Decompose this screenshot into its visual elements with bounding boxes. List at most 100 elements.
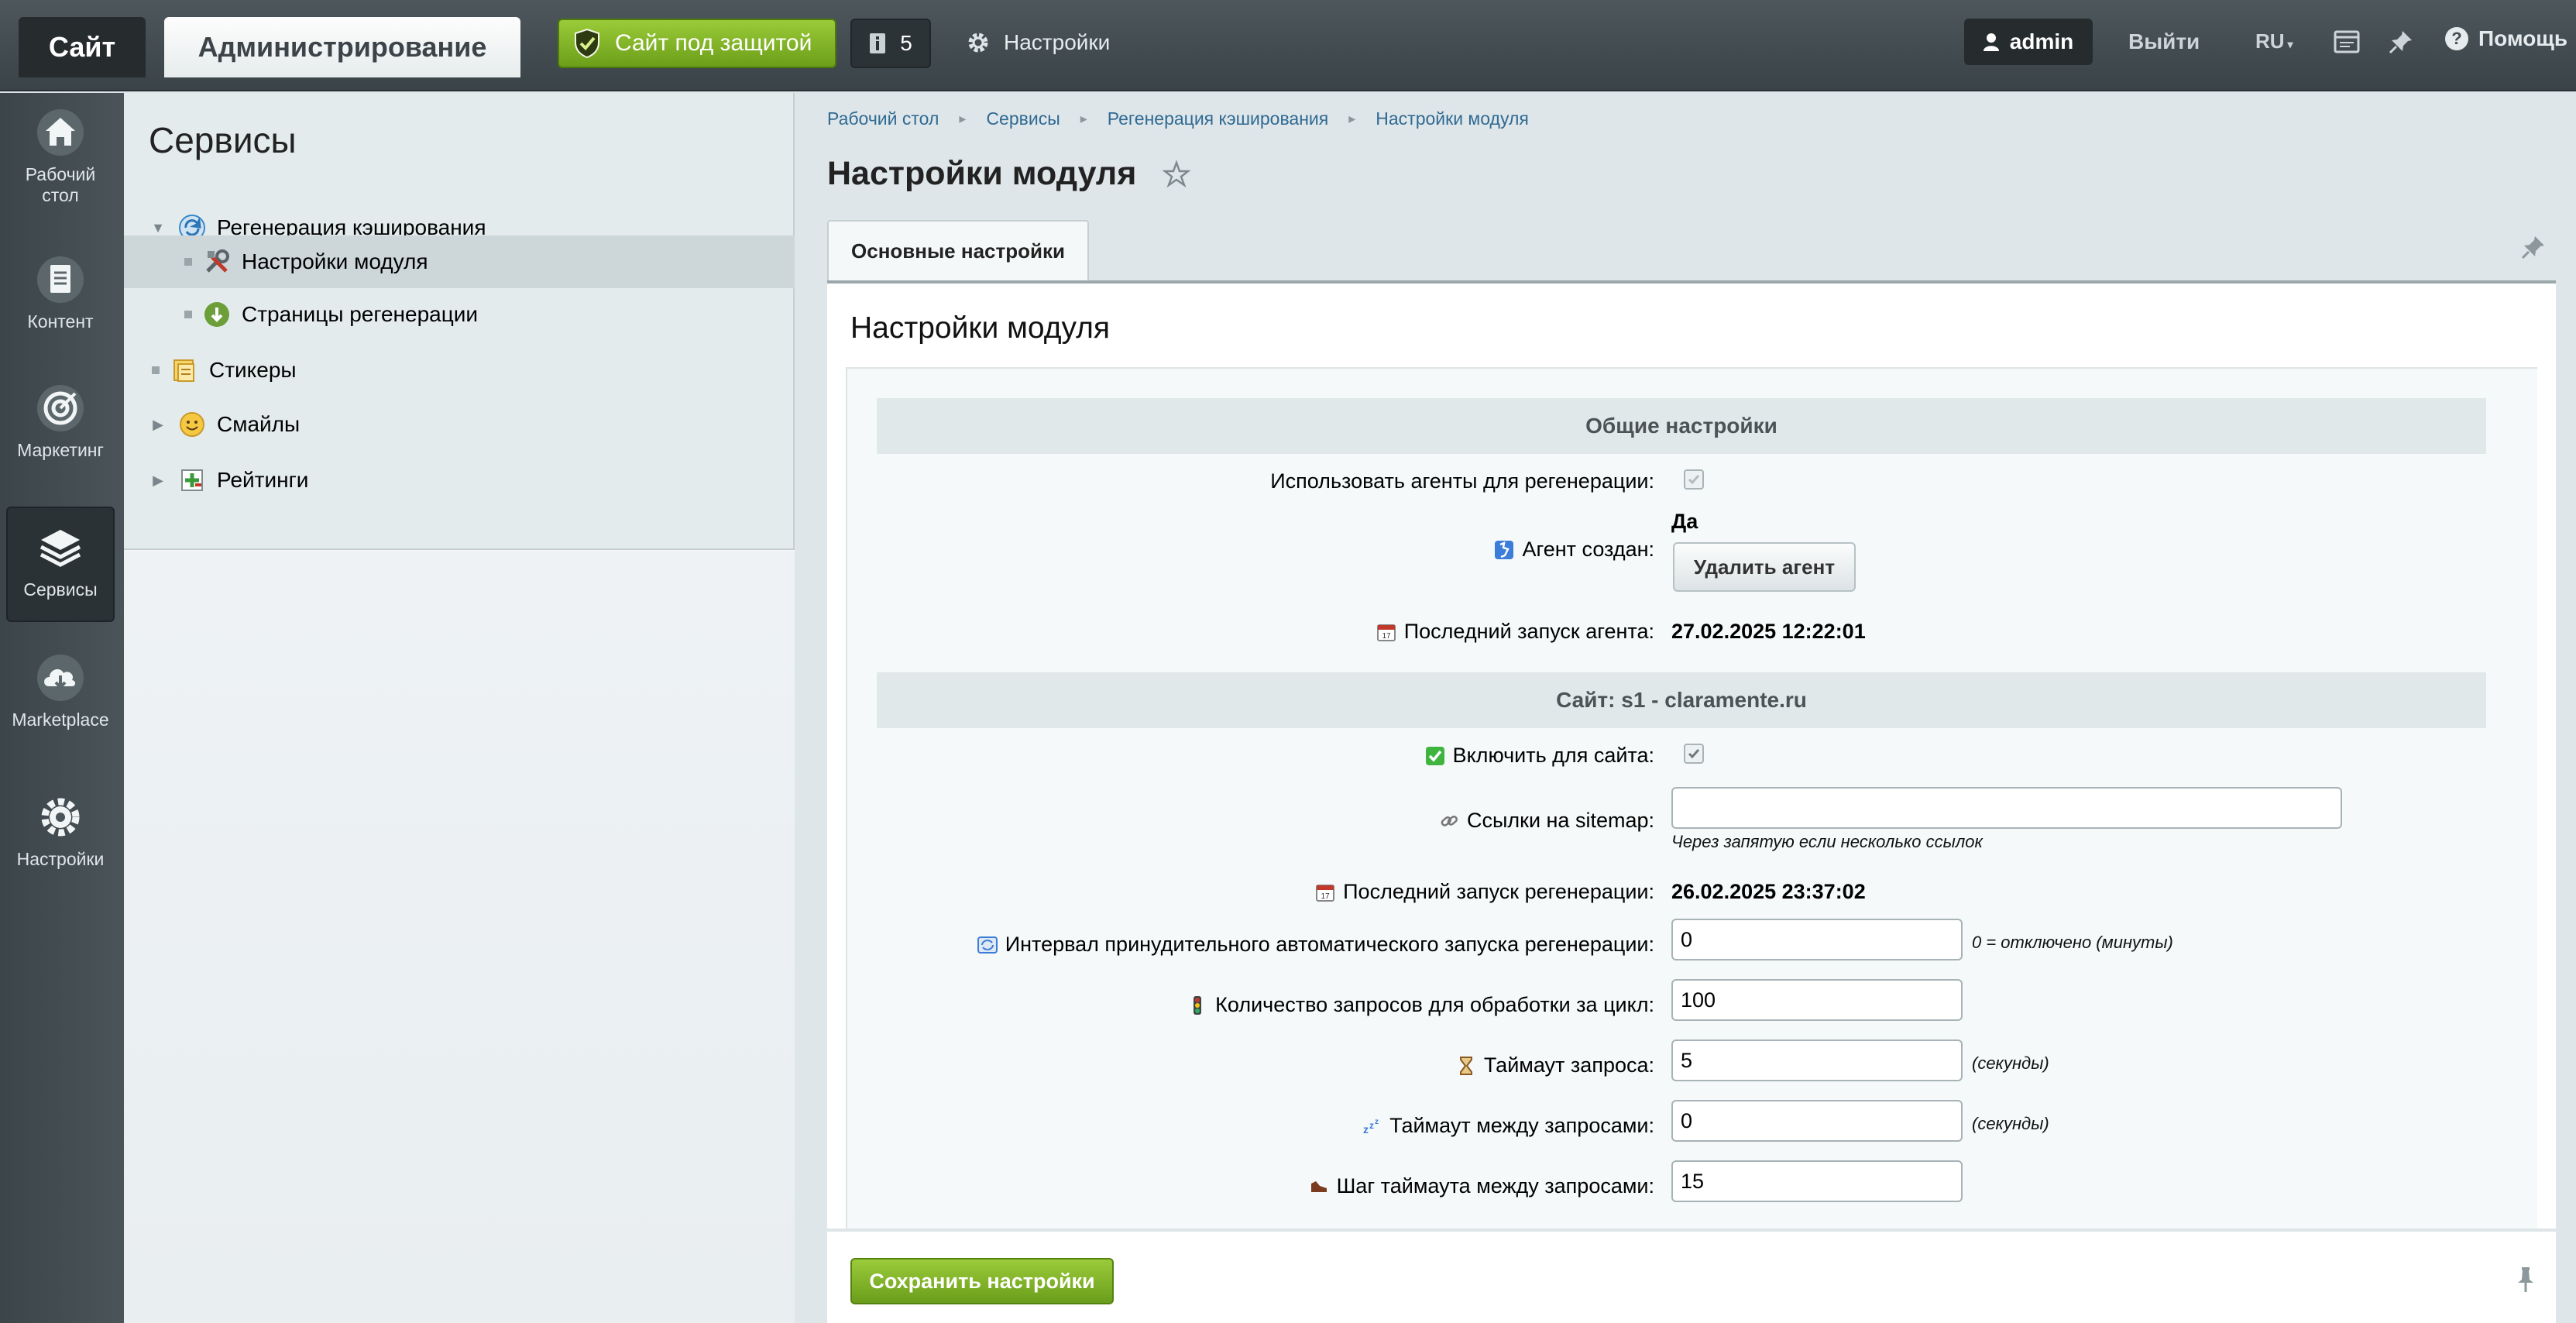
breadcrumb-link-cache-regeneration[interactable]: Регенерация кэширования	[1108, 108, 1328, 129]
admin-tab[interactable]: Администрирование	[164, 17, 520, 77]
last-regen-text: Последний запуск регенерации:	[1343, 880, 1654, 903]
info-icon	[870, 33, 886, 53]
requests-label: Количество запросов для обработки за цик…	[1187, 993, 1654, 1017]
help-icon: ?	[2445, 27, 2468, 50]
tree-label-smileys: Смайлы	[217, 412, 301, 436]
main-content: Рабочий стол ▸ Сервисы ▸ Регенерация кэш…	[796, 93, 2576, 1323]
pin-icon[interactable]	[2514, 1266, 2537, 1294]
use-agents-checkbox[interactable]	[1684, 469, 1704, 490]
breadcrumb-link-desktop[interactable]: Рабочий стол	[827, 108, 939, 129]
form-footer: Сохранить настройки	[827, 1230, 2556, 1323]
menu-label-services: Сервисы	[23, 579, 98, 600]
last-regen-value: 26.02.2025 23:37:02	[1671, 880, 1866, 903]
agent-created-label: Агент создан:	[1494, 538, 1654, 562]
user-button[interactable]: admin	[1964, 19, 2093, 65]
last-agent-run-label: 17 Последний запуск агента:	[1376, 620, 1654, 644]
page-title: Настройки модуля	[827, 155, 1137, 192]
download-circle-icon	[204, 302, 229, 327]
calendar-icon: 17	[1316, 884, 1335, 902]
sitemap-text: Ссылки на sitemap:	[1466, 809, 1654, 832]
breadcrumb-link-module-settings[interactable]: Настройки модуля	[1376, 108, 1529, 129]
notifications-button[interactable]: 5	[850, 19, 931, 68]
pin-icon[interactable]	[2520, 234, 2547, 260]
menu-item-marketing[interactable]: Маркетинг	[6, 384, 115, 461]
enable-site-checkbox[interactable]	[1684, 744, 1704, 764]
home-icon	[37, 109, 84, 156]
traffic-light-icon	[1194, 995, 1202, 1015]
last-regen-label: 17 Последний запуск регенерации:	[1315, 880, 1654, 904]
step-text: Шаг таймаута между запросами:	[1336, 1174, 1654, 1198]
menu-item-marketplace[interactable]: Marketplace	[6, 654, 115, 730]
window-icon[interactable]	[2333, 28, 2361, 56]
page-title-row: Настройки модуля	[827, 155, 1191, 193]
tab-main-settings[interactable]: Основные настройки	[827, 220, 1089, 280]
tree-item-module-settings[interactable]: Настройки модуля	[124, 235, 795, 288]
top-panel: Сайт Администрирование Сайт под защитой …	[0, 0, 2576, 91]
site-tab[interactable]: Сайт	[19, 17, 146, 77]
delete-agent-button[interactable]: Удалить агент	[1673, 542, 1856, 592]
gear-icon	[41, 798, 80, 837]
interval-label: Интервал принудительного автоматического…	[977, 933, 1654, 957]
step-label: Шаг таймаута между запросами:	[1309, 1174, 1654, 1198]
services-tree: Сервисы ▼ Регенерация кэширования Настро…	[124, 93, 795, 1323]
timeout-input[interactable]: 5	[1671, 1040, 1963, 1081]
top-settings-link[interactable]: Настройки	[967, 23, 1110, 62]
tree-item-regeneration-pages[interactable]: Страницы регенерации	[124, 290, 795, 339]
green-check-icon	[1425, 746, 1444, 765]
agent-icon	[1495, 540, 1514, 559]
checkmark-icon	[1688, 749, 1700, 759]
tree-title: Сервисы	[149, 120, 297, 160]
menu-item-content[interactable]: Контент	[6, 256, 115, 332]
menu-item-settings[interactable]: Настройки	[6, 793, 115, 870]
timeout-text: Таймаут запроса:	[1483, 1053, 1654, 1077]
sitemap-hint: Через запятую если несколько ссылок	[1671, 832, 1983, 851]
collapse-arrow-icon[interactable]: ▼	[149, 220, 167, 236]
checkmark-icon	[1688, 475, 1700, 485]
star-icon[interactable]	[1163, 160, 1191, 188]
breadcrumb-link-services[interactable]: Сервисы	[986, 108, 1060, 129]
expand-arrow-icon[interactable]: ▶	[149, 472, 167, 489]
interval-hint: 0 = отключено (минуты)	[1972, 933, 2173, 952]
sitemap-input[interactable]	[1671, 787, 2342, 829]
calendar-icon: 17	[1376, 624, 1396, 641]
logout-link[interactable]: Выйти	[2128, 29, 2200, 54]
menu-item-desktop[interactable]: Рабочий стол	[6, 108, 115, 206]
tree-item-smileys[interactable]: ▶ Смайлы	[124, 400, 795, 449]
sitemap-label: Ссылки на sitemap:	[1439, 809, 1654, 833]
tree-item-ratings[interactable]: ▶ Рейтинги	[124, 455, 795, 505]
save-settings-button[interactable]: Сохранить настройки	[850, 1258, 1114, 1304]
tools-icon	[206, 249, 229, 273]
hourglass-icon	[1459, 1056, 1472, 1075]
requests-text: Количество запросов для обработки за цик…	[1215, 993, 1654, 1016]
menu-label-settings: Настройки	[16, 849, 105, 869]
svg-text:z: z	[1369, 1120, 1374, 1131]
interval-input[interactable]: 0	[1671, 919, 1963, 960]
settings-form: Общие настройки Использовать агенты для …	[846, 367, 2537, 1228]
between-input[interactable]: 0	[1671, 1100, 1963, 1142]
breadcrumb-chevron-icon: ▸	[1080, 111, 1087, 126]
layers-icon	[39, 530, 81, 567]
notifications-count: 5	[900, 31, 912, 55]
help-link[interactable]: ? Помощь	[2444, 26, 2567, 51]
link-icon	[1441, 815, 1458, 826]
enable-site-text: Включить для сайта:	[1452, 744, 1654, 767]
pin-icon[interactable]	[2387, 28, 2415, 56]
language-switch[interactable]: RU ▾	[2255, 29, 2293, 53]
bullet-icon	[184, 258, 192, 266]
top-settings-label: Настройки	[1004, 30, 1111, 54]
expand-arrow-icon[interactable]: ▶	[149, 417, 167, 433]
requests-input[interactable]: 100	[1671, 979, 1963, 1021]
use-agents-text: Использовать агенты для регенерации:	[1270, 469, 1654, 493]
tree-label-stickers: Стикеры	[209, 358, 297, 382]
step-input[interactable]: 15	[1671, 1160, 1963, 1202]
site-protected-button[interactable]: Сайт под защитой	[558, 19, 836, 68]
last-agent-run-value: 27.02.2025 12:22:01	[1671, 620, 1866, 643]
breadcrumb-chevron-icon: ▸	[959, 111, 967, 126]
svg-text:17: 17	[1321, 892, 1331, 901]
menu-label-marketplace: Marketplace	[12, 710, 109, 730]
bullet-icon	[184, 311, 192, 318]
timeout-label: Таймаут запроса:	[1456, 1053, 1654, 1077]
tree-item-stickers[interactable]: Стикеры	[124, 345, 795, 395]
agent-created-text: Агент создан:	[1522, 538, 1654, 561]
menu-item-services[interactable]: Сервисы	[6, 507, 115, 622]
